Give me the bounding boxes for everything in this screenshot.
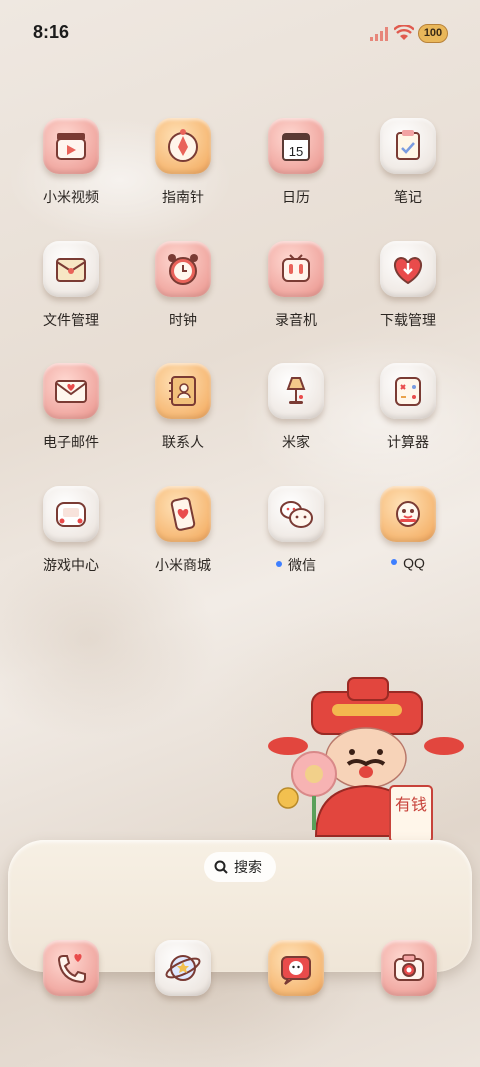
app-label: 下载管理 [380,312,436,328]
app-mi-store[interactable]: 小米商城 [127,486,239,575]
camera-icon [381,940,437,996]
compass-icon [155,118,211,174]
messages-cat-icon [268,940,324,996]
app-label: 电子邮件 [43,434,99,450]
mascot-god-of-wealth: 有钱 [268,677,464,843]
dock-app-messages[interactable] [268,940,324,996]
folder-icon [43,241,99,297]
app-label: 小米视频 [43,189,99,205]
app-clock[interactable]: 时钟 [127,241,239,330]
app-mi-video[interactable]: 小米视频 [15,118,127,207]
app-label: 游戏中心 [43,557,99,573]
download-heart-icon [380,241,436,297]
wifi-icon [394,25,414,40]
wechat-icon [268,486,324,542]
browser-planet-icon [155,940,211,996]
cellular-signal-icon [370,27,388,41]
search-label: 搜索 [234,859,262,875]
notification-dot [276,561,282,568]
battery-indicator: 100 [418,24,448,43]
status-bar: 8:16 100 [0,0,480,70]
app-calendar[interactable]: 15 日历 [240,118,352,207]
app-mi-home[interactable]: 米家 [240,363,352,452]
calendar-icon: 15 [268,118,324,174]
dock-app-browser[interactable] [155,940,211,996]
dock-app-phone[interactable] [43,940,99,996]
dock-app-camera[interactable] [381,940,437,996]
app-label: 文件管理 [43,312,99,328]
contacts-book-icon [155,363,211,419]
mail-icon [43,363,99,419]
app-label: 日历 [282,189,310,205]
notification-dot [391,559,398,566]
app-label: 米家 [282,434,310,450]
app-notes[interactable]: 笔记 [352,118,464,207]
mascot-sign-text: 有钱 [395,795,427,814]
app-wechat[interactable]: 微信 [240,486,352,575]
recorder-icon [268,241,324,297]
app-qq[interactable]: QQ [352,486,464,571]
status-time: 8:16 [33,22,70,42]
calendar-date: 15 [289,144,303,159]
video-clapper-icon [43,118,99,174]
app-calculator[interactable]: 计算器 [352,363,464,452]
app-label: QQ [352,555,464,571]
app-contacts[interactable]: 联系人 [127,363,239,452]
game-controller-icon [43,486,99,542]
app-label: 指南针 [162,189,204,205]
app-recorder[interactable]: 录音机 [240,241,352,330]
app-game-center[interactable]: 游戏中心 [15,486,127,575]
app-label: 录音机 [275,312,317,328]
app-compass[interactable]: 指南针 [127,118,239,207]
calculator-icon [380,363,436,419]
app-downloads[interactable]: 下载管理 [352,241,464,330]
phone-heart-icon [43,940,99,996]
alarm-clock-icon [155,241,211,297]
app-label: 笔记 [394,189,422,205]
app-label: 联系人 [162,434,204,450]
notes-icon [380,118,436,174]
lamp-icon [268,363,324,419]
app-label: 时钟 [169,312,197,328]
qq-penguin-icon [380,486,436,542]
search-bar[interactable]: 搜索 [204,852,276,882]
app-label: 小米商城 [155,557,211,573]
app-label: 计算器 [387,434,429,450]
phone-store-icon [155,486,211,542]
search-icon [214,860,228,874]
app-label: 微信 [240,555,352,575]
app-file-manager[interactable]: 文件管理 [15,241,127,330]
app-email[interactable]: 电子邮件 [15,363,127,452]
